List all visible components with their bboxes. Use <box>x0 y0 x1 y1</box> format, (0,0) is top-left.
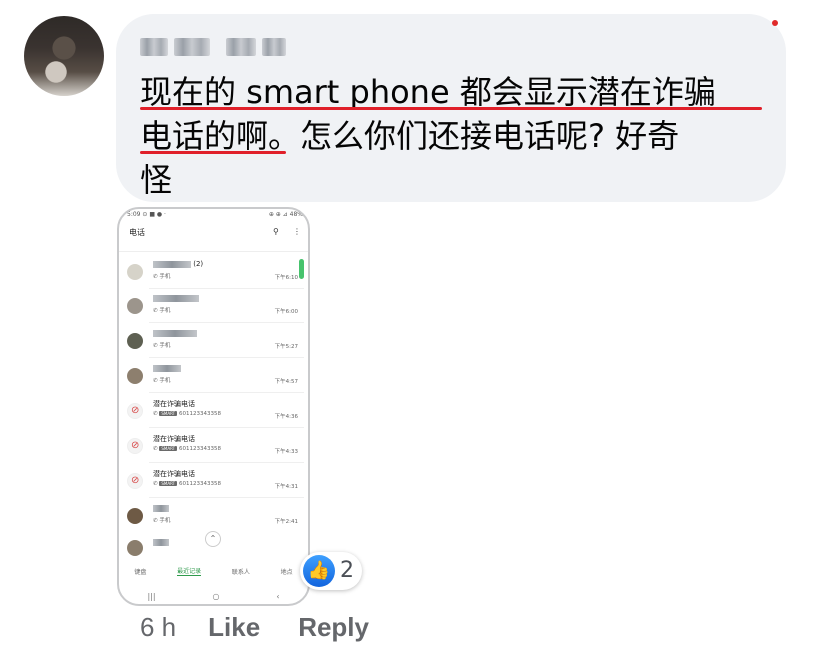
call-row[interactable]: ⊘ 潜在诈骗电话 ✆ SMART 601123343358 下午4:36 <box>119 394 308 428</box>
call-row[interactable]: ✆ 手机 下午5:27 <box>119 324 308 358</box>
contact-name: 潜在诈骗电话 <box>153 470 195 478</box>
status-left: 5:09 ⊙ ■ ● · <box>127 211 166 218</box>
blurred-name-part <box>262 38 286 56</box>
call-type: ✆ 手机 <box>153 518 171 524</box>
call-time: 下午4:31 <box>274 484 298 490</box>
status-right: ⊕ ⊕ ⊿ 48% <box>268 211 303 218</box>
contact-name <box>153 538 169 546</box>
contact-avatar <box>127 368 143 384</box>
call-number: ✆ SMART 601123343358 <box>153 446 222 452</box>
reply-button[interactable]: Reply <box>298 612 369 643</box>
like-icon: 👍 <box>303 555 335 587</box>
like-button[interactable]: Like <box>208 612 260 643</box>
call-row[interactable]: ✆ 手机 下午6:00 <box>119 289 308 323</box>
comment-actions: 6 h Like Reply <box>140 612 407 643</box>
divider <box>119 251 308 252</box>
home-nav-icon[interactable]: ○ <box>212 592 219 601</box>
call-row[interactable]: (2) ✆ 手机 下午6:10 <box>119 255 308 289</box>
tab-recents[interactable]: 最近记录 <box>177 566 202 576</box>
divider <box>149 357 304 358</box>
call-row[interactable]: ✆ 手机 下午2:41 <box>119 499 308 533</box>
red-underline <box>140 151 286 154</box>
reaction-summary[interactable]: 👍 2 <box>300 552 362 590</box>
call-number: ✆ SMART 601123343358 <box>153 411 222 417</box>
call-time: 下午4:57 <box>274 379 298 385</box>
comment-text: 现在的 smart phone 都会显示潜在诈骗 电话的啊。怎么你们还接电话呢?… <box>140 70 770 202</box>
divider <box>149 322 304 323</box>
red-underline <box>140 107 762 110</box>
block-icon: ⊘ <box>127 403 143 419</box>
back-nav-icon[interactable]: ‹ <box>276 592 279 601</box>
commenter-avatar[interactable] <box>24 16 104 96</box>
contact-avatar <box>127 298 143 314</box>
contact-name: (2) <box>153 260 203 268</box>
call-log-screenshot[interactable]: 5:09 ⊙ ■ ● · ⊕ ⊕ ⊿ 48% 电话 ⚲ ⋮ (2) ✆ 手机 下… <box>117 207 310 606</box>
tab-contacts[interactable]: 联系人 <box>232 567 250 576</box>
call-time: 下午2:41 <box>274 519 298 525</box>
divider <box>149 497 304 498</box>
status-bar: 5:09 ⊙ ■ ● · ⊕ ⊕ ⊿ 48% <box>127 211 303 221</box>
bottom-tab-bar: 键盘 最近记录 联系人 地点 <box>119 561 308 581</box>
comment-line-3: 怪 <box>140 161 173 199</box>
contact-avatar <box>127 333 143 349</box>
block-icon: ⊘ <box>127 473 143 489</box>
commenter-name[interactable] <box>140 36 286 58</box>
call-type: ✆ 手机 <box>153 274 171 280</box>
call-time: 下午4:33 <box>274 449 298 455</box>
contact-name <box>153 329 197 337</box>
call-type: ✆ 手机 <box>153 308 171 314</box>
call-time: 下午5:27 <box>274 344 298 350</box>
call-type: ✆ 手机 <box>153 343 171 349</box>
tab-keypad[interactable]: 键盘 <box>134 567 146 576</box>
scroll-up-button[interactable]: ⌃ <box>205 531 221 547</box>
contact-name <box>153 364 181 372</box>
call-time: 下午6:10 <box>274 275 298 281</box>
contact-avatar <box>127 264 143 280</box>
call-number: ✆ SMART 601123343358 <box>153 481 222 487</box>
divider <box>149 427 304 428</box>
contact-name: 潜在诈骗电话 <box>153 435 195 443</box>
recents-nav-icon[interactable]: ||| <box>147 592 155 601</box>
tab-places[interactable]: 地点 <box>281 567 293 576</box>
divider <box>149 462 304 463</box>
call-type: ✆ 手机 <box>153 378 171 384</box>
system-nav-bar: ||| ○ ‹ <box>119 589 308 604</box>
divider <box>149 392 304 393</box>
comment-timestamp[interactable]: 6 h <box>140 612 176 643</box>
search-icon[interactable]: ⚲ <box>273 227 279 236</box>
call-row[interactable]: ⊘ 潜在诈骗电话 ✆ SMART 601123343358 下午4:31 <box>119 464 308 498</box>
contact-avatar <box>127 540 143 556</box>
call-row[interactable]: ⊘ 潜在诈骗电话 ✆ SMART 601123343358 下午4:33 <box>119 429 308 463</box>
reaction-count: 2 <box>340 558 354 583</box>
call-row[interactable]: ✆ 手机 下午4:57 <box>119 359 308 393</box>
call-time: 下午4:36 <box>274 414 298 420</box>
block-icon: ⊘ <box>127 438 143 454</box>
blurred-name-part <box>140 38 168 56</box>
call-time: 下午6:00 <box>274 309 298 315</box>
contact-name <box>153 504 169 512</box>
more-vert-icon[interactable]: ⋮ <box>293 227 301 236</box>
notification-dot <box>772 20 778 26</box>
contact-name: 潜在诈骗电话 <box>153 400 195 408</box>
blurred-name-part <box>226 38 256 56</box>
contact-name <box>153 294 199 302</box>
contact-avatar <box>127 508 143 524</box>
app-title: 电话 <box>129 228 145 237</box>
blurred-name-part <box>174 38 210 56</box>
